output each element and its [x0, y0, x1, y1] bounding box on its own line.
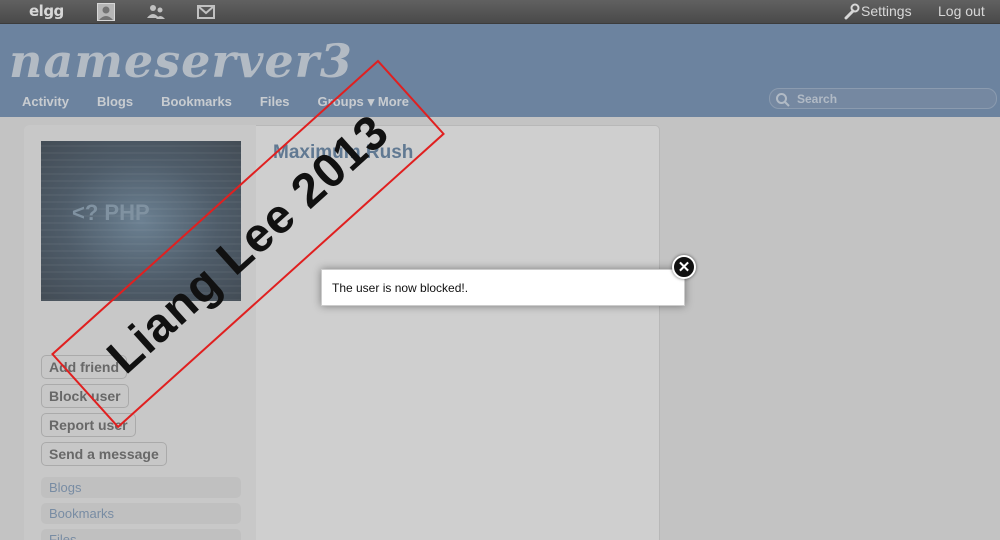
message-popup: The user is now blocked!. — [321, 269, 685, 306]
popup-message: The user is now blocked!. — [332, 281, 469, 295]
close-icon[interactable]: ✕ — [672, 255, 696, 279]
